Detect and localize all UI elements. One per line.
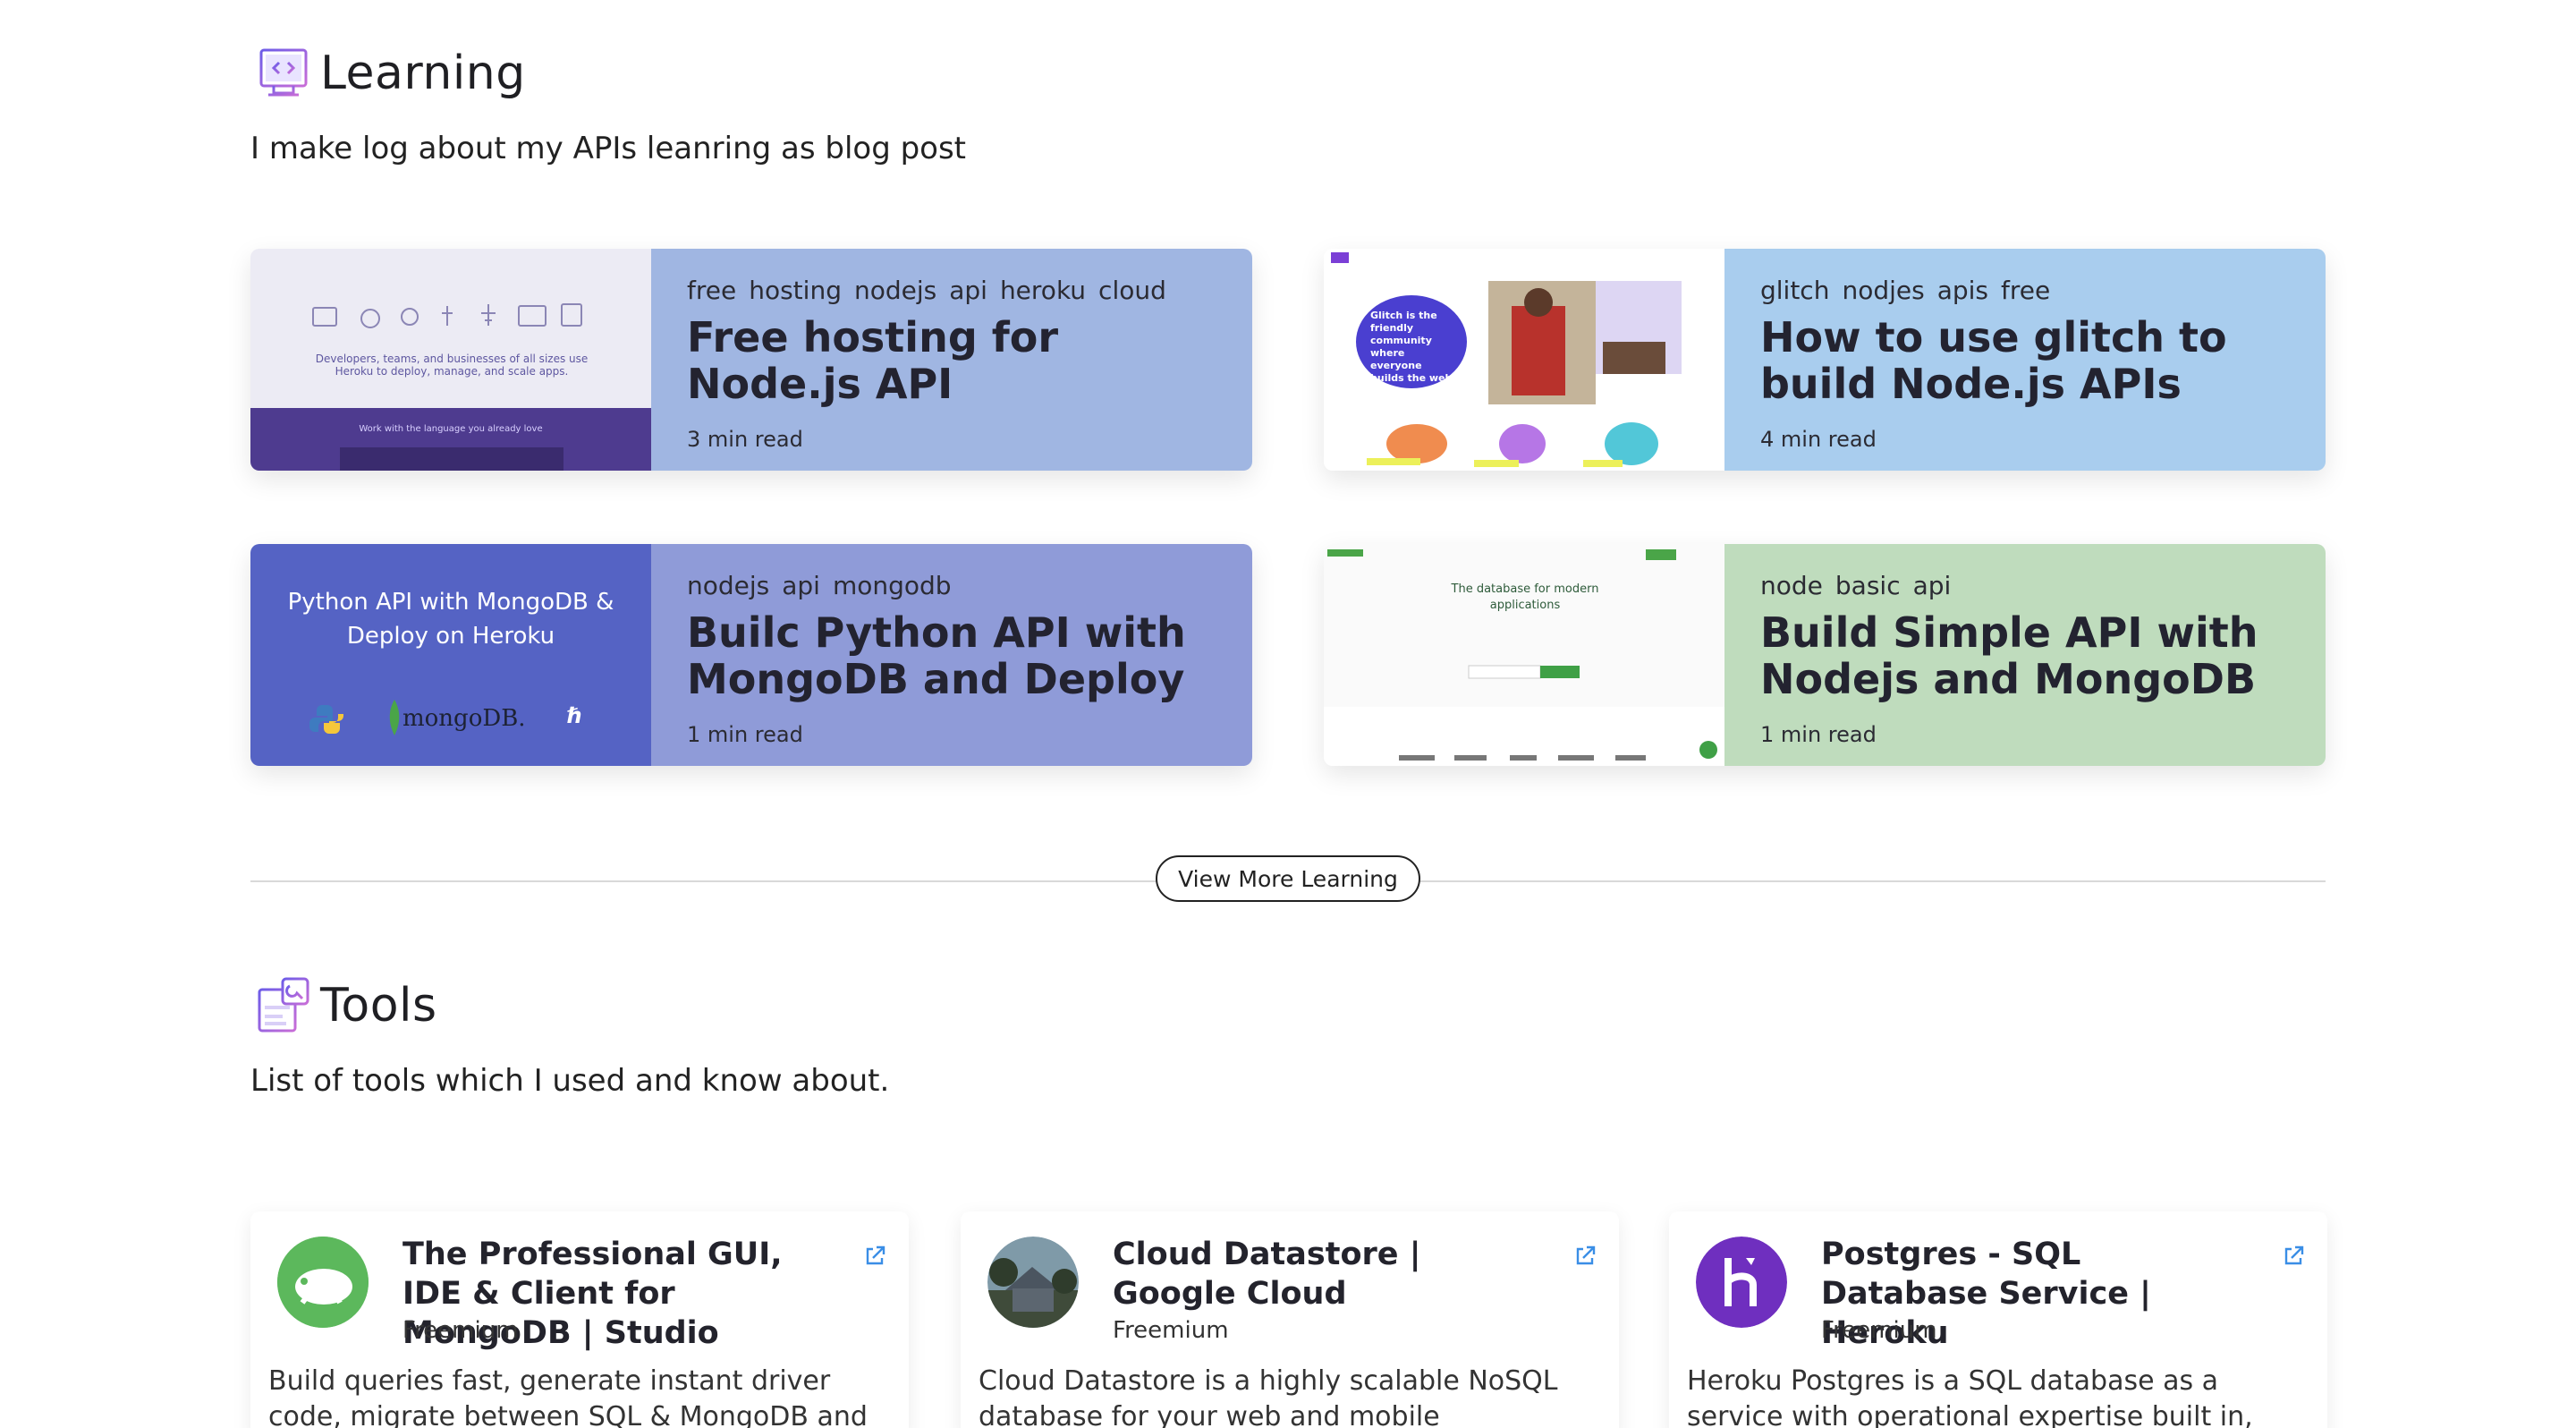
tools-window-icon [258, 977, 309, 1033]
tool-title[interactable]: Cloud Datastore | Google Cloud [1113, 1235, 1542, 1313]
card-tag[interactable]: api [1913, 571, 1952, 600]
thumb-caption: Python API with MongoDB & Deploy on Hero… [287, 589, 614, 650]
thumb-footer: Work with the language you already love [359, 424, 543, 434]
card-title[interactable]: Builc Python API with MongoDB and Deploy… [687, 609, 1216, 702]
card-tags: free hosting nodejs api heroku cloud [687, 276, 1216, 305]
card-tag[interactable]: hosting [749, 276, 842, 305]
tool-pricing: Freemium [1113, 1317, 1229, 1344]
card-title[interactable]: How to use glitch to build Node.js APIs [1760, 314, 2290, 407]
learning-header: Learning [250, 41, 526, 106]
card-body: glitch nodjes apis free How to use glitc… [1724, 249, 2326, 471]
mongodb-wordmark: mongoDB. [402, 705, 526, 732]
thumb-caption: Glitch is the friendly community where e… [1370, 310, 1453, 384]
card-tag[interactable]: glitch [1760, 276, 1829, 305]
learning-card[interactable]: Glitch is the friendly community where e… [1324, 249, 2326, 471]
card-body: nodejs api mongodb Builc Python API with… [651, 544, 1252, 766]
card-tags: glitch nodjes apis free [1760, 276, 2290, 305]
tools-header: Tools [250, 973, 437, 1038]
card-title[interactable]: Free hosting for Node.js API application… [687, 314, 1216, 407]
read-time: 3 min read [687, 427, 803, 452]
tool-description: Cloud Datastore is a highly scalable NoS… [979, 1365, 1558, 1428]
mongodb-leaf-icon [389, 700, 400, 735]
learning-card[interactable]: Python API with MongoDB & Deploy on Hero… [250, 544, 1252, 766]
card-tag[interactable]: heroku [1000, 276, 1086, 305]
card-tag[interactable]: nodejs [687, 571, 769, 600]
thumb-caption: The database for modern applications [1451, 582, 1599, 612]
card-tag[interactable]: nodejs [854, 276, 936, 305]
heroku-icon [1696, 1237, 1787, 1328]
tool-description: Heroku Postgres is a SQL database as a s… [1687, 1365, 2253, 1428]
tool-description: Build queries fast, generate instant dri… [268, 1365, 868, 1428]
learning-card[interactable]: Developers, teams, and businesses of all… [250, 249, 1252, 471]
thumb-caption: Developers, teams, and businesses of all… [315, 353, 589, 378]
card-thumbnail: Developers, teams, and businesses of all… [250, 249, 651, 471]
card-tag[interactable]: api [949, 276, 987, 305]
view-more-learning-button[interactable]: View More Learning [1156, 855, 1420, 902]
external-link-icon[interactable] [1572, 1244, 1597, 1269]
tool-card[interactable]: Postgres - SQL Database Service | Heroku… [1669, 1211, 2327, 1428]
tool-pricing: Freemium [1821, 1317, 1937, 1344]
external-link-icon[interactable] [862, 1244, 887, 1269]
card-tags: node basic api [1760, 571, 2290, 600]
card-thumbnail: The database for modern applications [1324, 544, 1724, 766]
card-title[interactable]: Build Simple API with Nodejs and MongoDB [1760, 609, 2290, 702]
section-title: Learning [320, 47, 526, 100]
python-icon [309, 705, 343, 734]
learning-card[interactable]: The database for modern applications nod… [1324, 544, 2326, 766]
card-tag[interactable]: api [782, 571, 820, 600]
section-title: Tools [320, 979, 437, 1033]
read-time: 1 min read [687, 722, 803, 747]
external-link-icon[interactable] [2281, 1244, 2306, 1269]
card-body: node basic api Build Simple API with Nod… [1724, 544, 2326, 766]
card-tags: nodejs api mongodb [687, 571, 1216, 600]
tool-pricing: Freemium [402, 1317, 519, 1344]
card-tag[interactable]: free [2001, 276, 2050, 305]
card-tag[interactable]: mongodb [833, 571, 952, 600]
tool-card[interactable]: Cloud Datastore | Google Cloud Freemium … [961, 1211, 1619, 1428]
read-time: 1 min read [1760, 722, 1877, 747]
card-thumbnail: Python API with MongoDB & Deploy on Hero… [250, 544, 651, 766]
read-time: 4 min read [1760, 427, 1877, 452]
card-body: free hosting nodejs api heroku cloud Fre… [651, 249, 1252, 471]
tool-card[interactable]: The Professional GUI, IDE & Client for M… [250, 1211, 909, 1428]
card-tag[interactable]: cloud [1098, 276, 1166, 305]
heroku-icon: ℏ [567, 703, 583, 728]
page: Learning I make log about my APIs leanri… [0, 0, 2576, 1428]
card-tag[interactable]: node [1760, 571, 1823, 600]
house-photo-icon [987, 1237, 1079, 1328]
section-description: List of tools which I used and know abou… [250, 1063, 890, 1099]
section-description: I make log about my APIs leanring as blo… [250, 131, 967, 166]
card-tag[interactable]: apis [1937, 276, 1988, 305]
card-thumbnail: Glitch is the friendly community where e… [1324, 249, 1724, 471]
card-tag[interactable]: basic [1835, 571, 1901, 600]
card-tag[interactable]: free [687, 276, 736, 305]
studio3t-icon [277, 1237, 369, 1328]
card-tag[interactable]: nodjes [1842, 276, 1924, 305]
code-monitor-icon [259, 48, 308, 97]
